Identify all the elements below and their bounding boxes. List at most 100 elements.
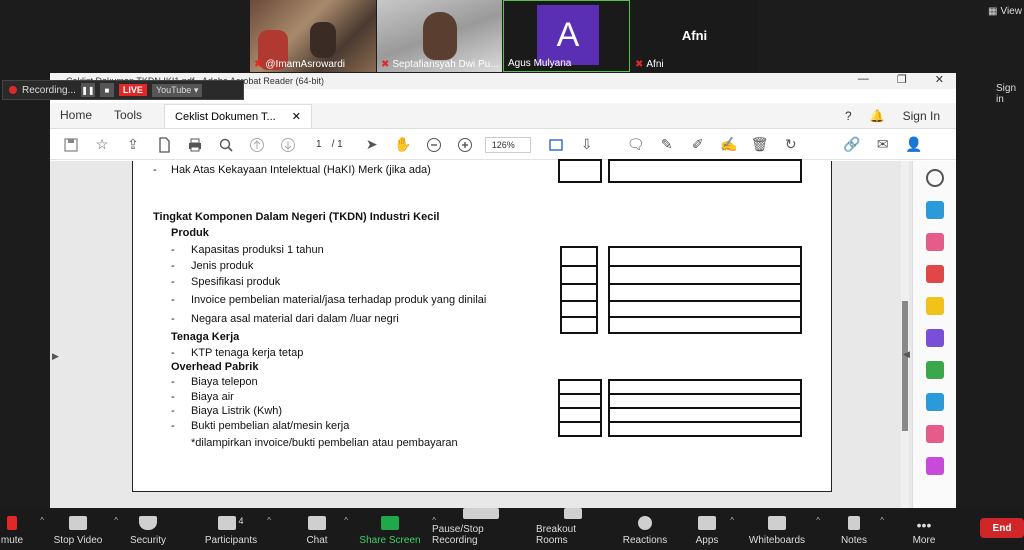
reactions-button[interactable]: Reactions	[622, 508, 668, 550]
sign-in-button[interactable]: Sign In	[903, 109, 940, 123]
share-screen-button[interactable]: Share Screen ^	[358, 508, 436, 550]
star-icon[interactable]: ☆	[91, 134, 113, 156]
compress-pdf-icon[interactable]	[926, 361, 944, 379]
export-pdf-icon[interactable]	[926, 201, 944, 219]
toolbar: ☆ ⇪ 1 / 1 ➤ ✋ 126% ⇩ 🗨 ✎ ✐ ✍ 🗑 ↻ 🔗 ✉ 👤	[50, 130, 956, 160]
page-number-input[interactable]: 1	[316, 139, 322, 150]
hand-tool-icon[interactable]: ✋	[392, 134, 414, 156]
bullet: -	[171, 260, 175, 272]
participant-tile-4[interactable]: Afni ✖ Afni	[631, 0, 758, 72]
collapse-right-panel-icon[interactable]: ◀	[903, 349, 910, 360]
apps-icon	[698, 516, 716, 530]
close-tab-icon[interactable]: ✕	[292, 110, 301, 123]
chevron-up-icon[interactable]: ^	[344, 516, 348, 525]
participant-tile-2[interactable]: ✖ Septafiansyah Dwi Pu...	[377, 0, 502, 72]
end-meeting-button[interactable]: End	[980, 518, 1024, 538]
breakout-rooms-button[interactable]: Breakout Rooms	[536, 508, 610, 550]
file-icon[interactable]	[153, 134, 175, 156]
page-up-icon[interactable]	[246, 134, 268, 156]
mic-off-icon: ✖	[635, 59, 644, 70]
chevron-up-icon[interactable]: ^	[816, 516, 820, 525]
draw-icon[interactable]: ✐	[687, 134, 709, 156]
chevron-up-icon[interactable]: ^	[880, 516, 884, 525]
edit-text-icon[interactable]: ✍	[718, 134, 740, 156]
document-viewport[interactable]: ▶ - Hak Atas Kekayaan Intelektual (HaKI)…	[50, 159, 912, 508]
stop-video-button[interactable]: Stop Video ^	[52, 508, 118, 550]
notes-cell	[608, 421, 802, 437]
list-item: Bukti pembelian alat/mesin kerja	[191, 420, 350, 432]
print-icon[interactable]	[184, 134, 206, 156]
checkbox-cell	[558, 159, 602, 183]
participant-tile-3[interactable]: A Agus Mulyana	[503, 0, 630, 72]
zoom-in-icon[interactable]	[454, 134, 476, 156]
sign-tool-icon[interactable]	[926, 425, 944, 443]
whiteboards-button[interactable]: Whiteboards ^	[748, 508, 820, 550]
list-item: Negara asal material dari dalam /luar ne…	[191, 313, 399, 325]
select-cursor-icon[interactable]: ➤	[361, 134, 383, 156]
document-line: Hak Atas Kekayaan Intelektual (HaKI) Mer…	[171, 164, 431, 176]
bullet: -	[171, 294, 175, 306]
create-pdf-icon[interactable]	[926, 265, 944, 283]
sign-in-link[interactable]: Sign in	[996, 83, 1024, 105]
save-icon[interactable]	[60, 134, 82, 156]
minimize-icon[interactable]: —	[858, 73, 869, 86]
participant-tile-1[interactable]: ✖ @ImamAsrowardi	[250, 0, 376, 72]
help-icon[interactable]: ?	[845, 109, 852, 123]
more-tools-icon[interactable]	[926, 457, 944, 475]
apps-button[interactable]: Apps ^	[694, 508, 734, 550]
page-down-icon[interactable]	[277, 134, 299, 156]
rotate-icon[interactable]: ↻	[780, 134, 802, 156]
user-share-icon[interactable]: 👤	[903, 134, 925, 156]
comment-icon[interactable]: 🗨	[625, 134, 647, 156]
chevron-up-icon[interactable]: ^	[267, 516, 271, 525]
scroll-mode-icon[interactable]: ⇩	[576, 134, 598, 156]
zoom-level-select[interactable]: 126%	[484, 136, 531, 153]
vertical-scrollbar[interactable]	[901, 161, 909, 508]
chat-button[interactable]: Chat ^	[300, 508, 348, 550]
list-item: KTP tenaga kerja tetap	[191, 347, 304, 359]
youtube-dropdown[interactable]: YouTube ▾	[151, 83, 203, 97]
pdf-page: - Hak Atas Kekayaan Intelektual (HaKI) M…	[132, 159, 832, 492]
tab-document[interactable]: Ceklist Dokumen T... ✕	[164, 104, 312, 128]
collapse-left-panel-icon[interactable]: ▶	[52, 351, 59, 362]
live-badge[interactable]: LIVE	[118, 84, 147, 96]
participants-button[interactable]: 4 Participants ^	[205, 508, 271, 550]
delete-icon[interactable]: 🗑	[749, 134, 771, 156]
notification-bell-icon[interactable]: 🔔	[870, 109, 885, 123]
zoom-tool-icon[interactable]	[926, 169, 944, 187]
pause-icon[interactable]: ❚❚	[80, 83, 95, 97]
fill-sign-icon[interactable]	[926, 329, 944, 347]
checkbox-cell	[558, 421, 602, 437]
upload-cloud-icon[interactable]: ⇪	[122, 134, 144, 156]
link-icon[interactable]: 🔗	[841, 134, 863, 156]
notes-button[interactable]: Notes ^	[838, 508, 884, 550]
list-item: Jenis produk	[191, 260, 254, 272]
scan-ocr-icon[interactable]	[926, 393, 944, 411]
search-icon[interactable]	[215, 134, 237, 156]
share-screen-icon	[381, 516, 399, 530]
security-button[interactable]: Security	[128, 508, 168, 550]
more-button[interactable]: ••• More	[908, 508, 940, 550]
notes-cell	[608, 159, 802, 183]
zoom-out-icon[interactable]	[423, 134, 445, 156]
scrollbar-thumb[interactable]	[902, 301, 908, 431]
organize-pages-icon[interactable]	[926, 233, 944, 251]
chevron-up-icon[interactable]: ^	[40, 516, 44, 525]
tab-tools[interactable]: Tools	[104, 108, 154, 128]
highlight-pen-icon[interactable]: ✎	[656, 134, 678, 156]
pause-stop-recording-button[interactable]: Pause/Stop Recording	[432, 508, 530, 550]
comment-tool-icon[interactable]	[926, 297, 944, 315]
participants-count: 4	[238, 516, 244, 526]
email-icon[interactable]: ✉	[872, 134, 894, 156]
stop-icon[interactable]: ■	[99, 83, 114, 97]
grid-icon	[564, 508, 582, 519]
tab-home[interactable]: Home	[50, 108, 104, 128]
chevron-up-icon[interactable]: ^	[114, 516, 118, 525]
chevron-up-icon[interactable]: ^	[730, 516, 734, 525]
close-icon[interactable]: ✕	[935, 73, 944, 86]
fit-page-icon[interactable]	[545, 134, 567, 156]
maximize-icon[interactable]: ❐	[897, 73, 907, 86]
list-item: Biaya Listrik (Kwh)	[191, 405, 283, 417]
mute-button[interactable]: mute ^	[0, 508, 44, 550]
view-button[interactable]: ▦ View	[988, 6, 1022, 17]
